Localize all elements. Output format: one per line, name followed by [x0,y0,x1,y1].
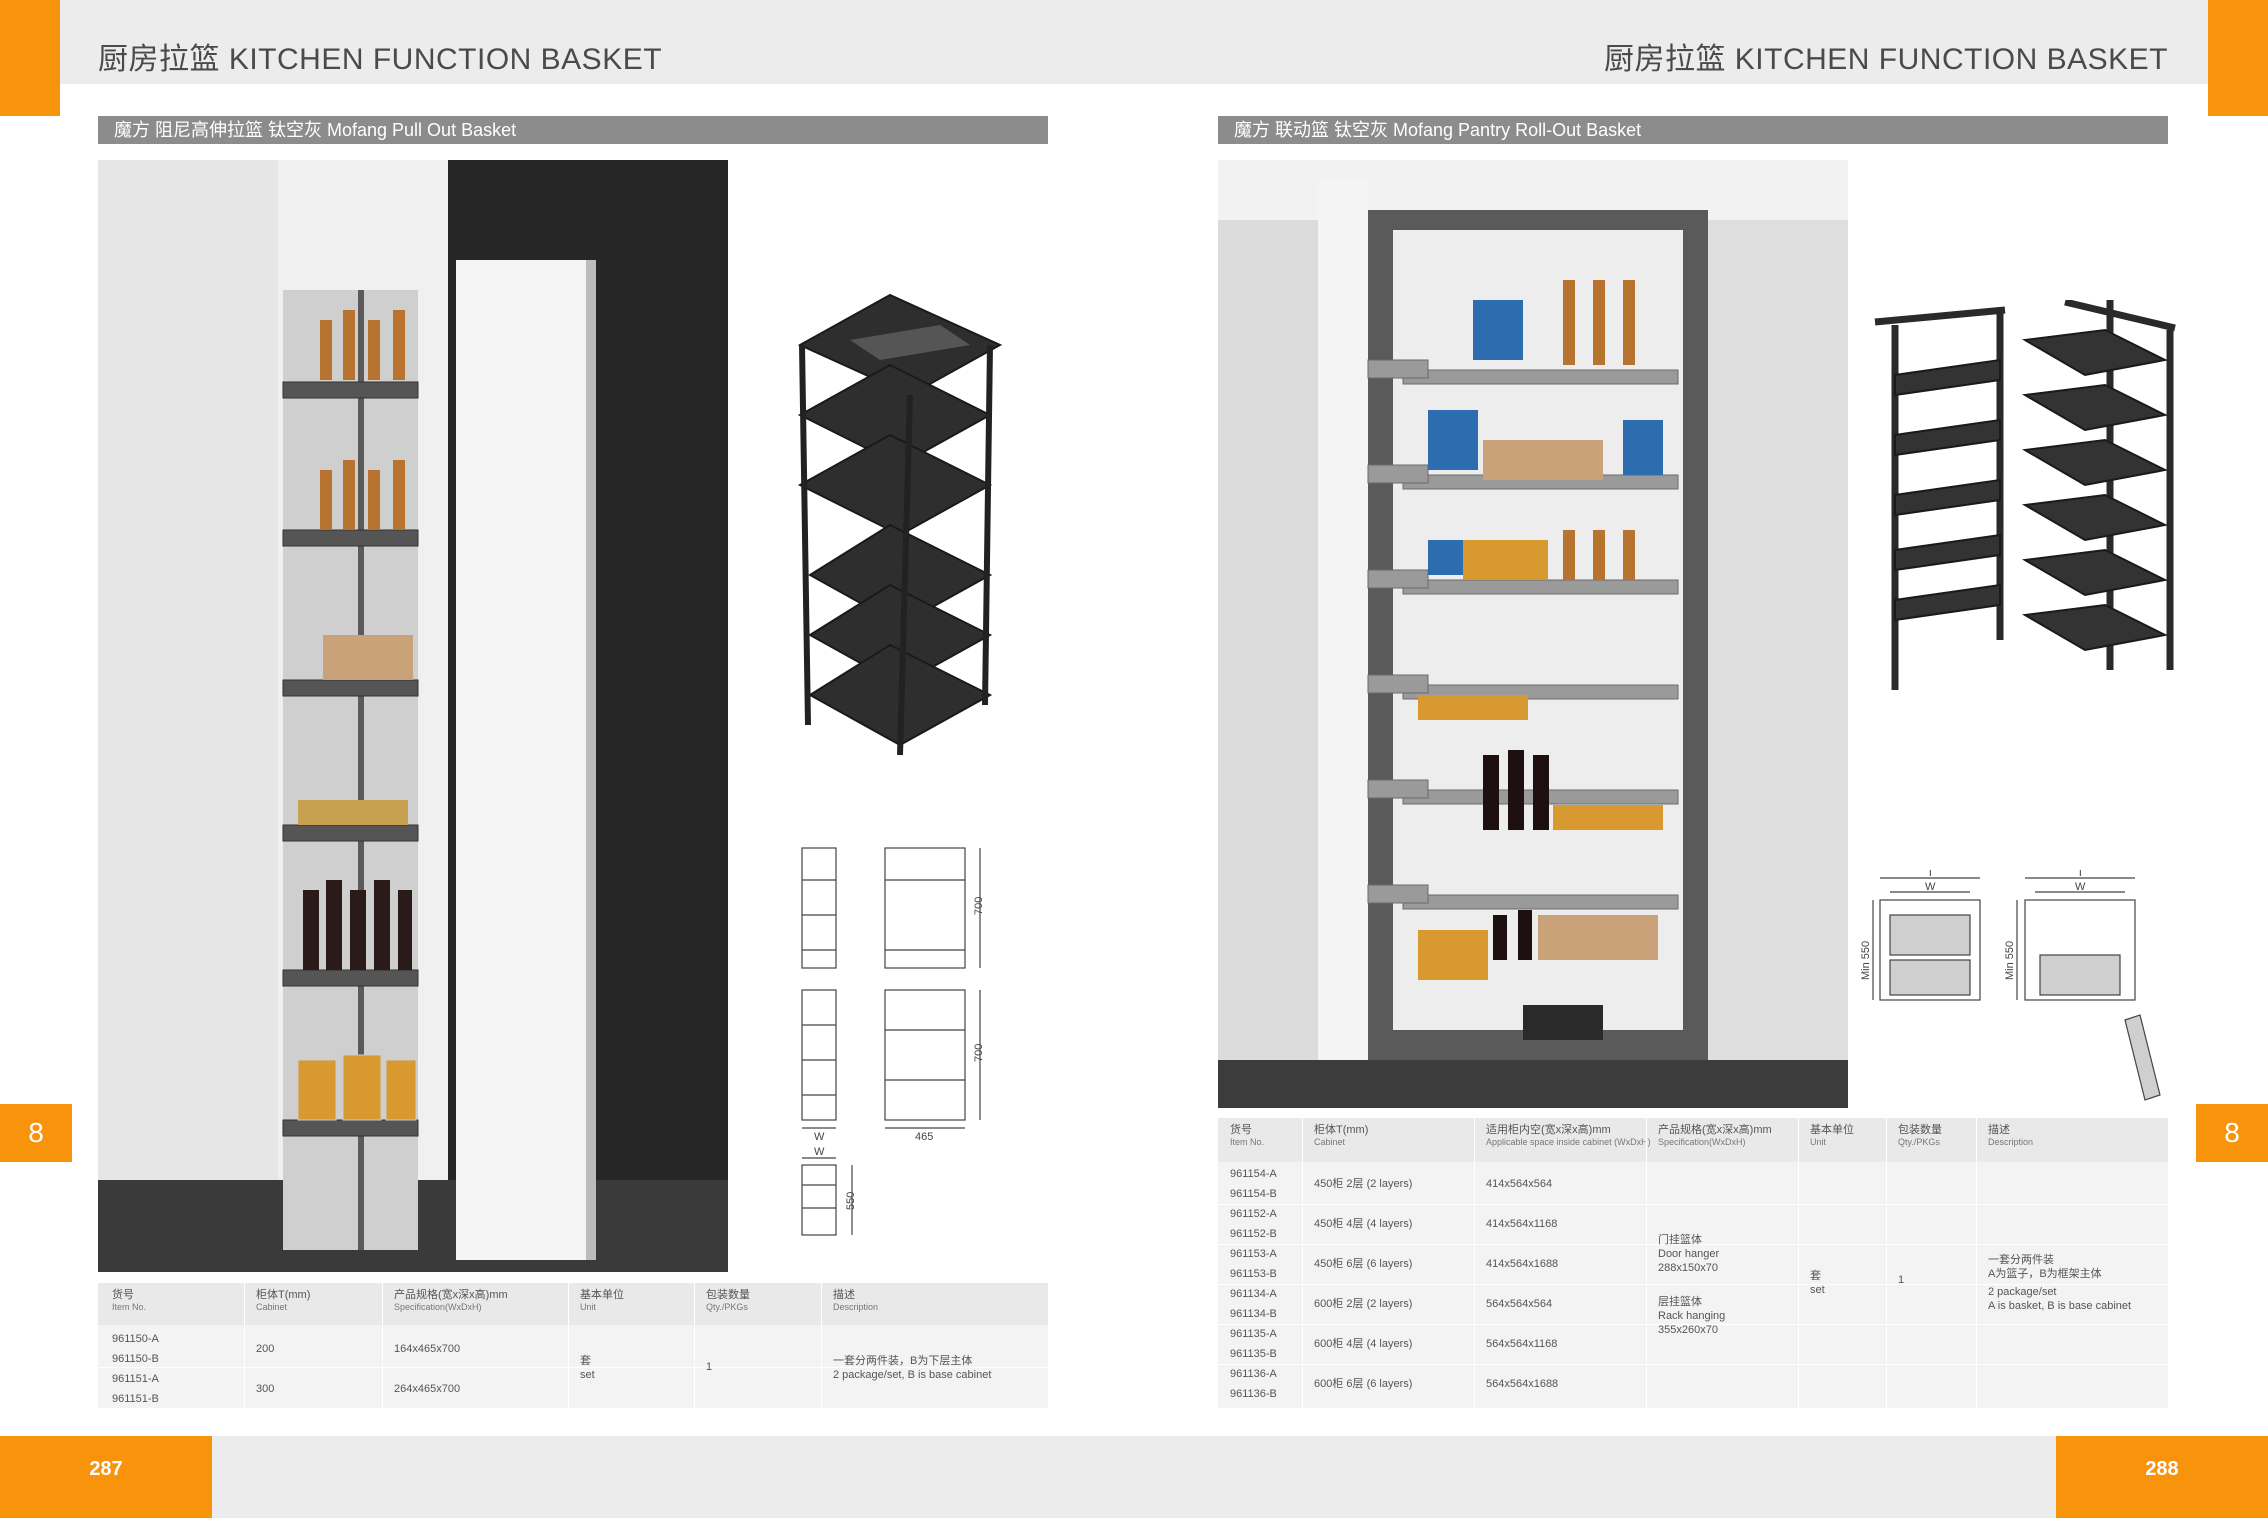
right-th-unit: 基本单位 Unit [1810,1124,1854,1147]
right-page-title: 厨房拉篮 KITCHEN FUNCTION BASKET [1603,43,2168,76]
bottom-footer-bar [0,1436,2268,1518]
right-unit-cn: 套 [1810,1270,1821,1282]
left-cabinet-200: 200 [256,1343,275,1355]
dim-width-w: W [814,1131,825,1143]
right-th-spec: 产品规格(宽x深x高)mm Specification(WxDxH) [1658,1124,1772,1147]
pull-out-basket-photo [98,160,728,1272]
left-page-number: 287 [0,1436,212,1518]
left-table-header [98,1283,1048,1325]
left-unit-cn: 套 [580,1355,591,1367]
dim-t-1: T [1927,870,1934,879]
dim-min550-1: Min 550 [1860,941,1872,980]
right-space-3: 564x564x564 [1486,1298,1553,1310]
right-unit-en: set [1810,1284,1825,1296]
right-cabinet-2: 450柜 6层 (6 layers) [1314,1258,1413,1270]
pull-out-basket-render [790,285,1010,765]
right-page-number: 288 [2056,1436,2268,1518]
left-qty: 1 [706,1361,713,1373]
dim-w-2: W [2075,881,2086,893]
left-th-unit: 基本单位 Unit [580,1289,624,1312]
right-space-5: 564x564x1688 [1486,1378,1559,1390]
right-cabinet-1: 450柜 4层 (4 layers) [1314,1218,1413,1230]
left-desc-en: 2 package/set, B is base cabinet [833,1369,992,1381]
left-page-title: 厨房拉篮 KITCHEN FUNCTION BASKET [98,43,663,76]
right-section-title: 魔方 联动篮 钛空灰 Mofang Pantry Roll-Out Basket [1218,116,2168,144]
left-th-desc: 描述 Description [833,1289,879,1312]
right-space-2: 414x564x1688 [1486,1258,1559,1270]
left-item-961150-a: 961150-A [112,1333,159,1345]
right-desc-line-1: A为篮子，B为框架主体 [1988,1268,2102,1280]
right-space-4: 564x564x1168 [1486,1338,1558,1350]
left-item-961151-b: 961151-B [112,1393,159,1405]
left-item-961150-b: 961150-B [112,1353,159,1365]
left-th-cabinet: 柜体T(mm) Cabinet [256,1289,311,1312]
dim-height-700-a: 700 [973,897,985,915]
dim-height-700-b: 700 [973,1044,985,1062]
right-item-11: 961136-B [1230,1388,1277,1400]
right-item-0: 961154-A [1230,1168,1277,1180]
pantry-roll-out-photo [1218,160,1848,1108]
right-cabinet-5: 600柜 6层 (6 layers) [1314,1378,1413,1390]
dim-width-w-2: W [814,1146,825,1158]
left-section-title: 魔方 阻尼高伸拉篮 钛空灰 Mofang Pull Out Basket [98,116,1048,144]
right-qty: 1 [1898,1274,1905,1286]
pantry-roll-out-render [1855,298,2185,700]
right-space-1: 414x564x1168 [1486,1218,1558,1230]
dim-depth-465: 465 [915,1131,933,1143]
dim-t-2: T [2077,870,2084,879]
right-desc-line-3: A is basket, B is base cabinet [1988,1300,2132,1312]
right-spec-line-5: 355x260x70 [1658,1324,1718,1336]
left-cabinet-300: 300 [256,1383,275,1395]
right-spec-line-2: 288x150x70 [1658,1262,1718,1274]
left-item-961151-a: 961151-A [112,1373,159,1385]
right-cabinet-4: 600柜 4层 (4 layers) [1314,1338,1413,1350]
right-item-6: 961134-A [1230,1288,1277,1300]
right-spec-line-3: 层挂篮体 [1658,1296,1702,1308]
right-th-desc: 描述 Description [1988,1124,2034,1147]
left-th-spec: 产品规格(宽x深x高)mm Specification(WxDxH) [394,1289,508,1312]
right-item-2: 961152-A [1230,1208,1277,1220]
right-desc-line-2: 2 package/set [1988,1286,2057,1298]
right-spec-table: 货号 Item No. 柜体T(mm) Cabinet 适用柜内空(宽x深x高)mm… [1218,1118,2168,1408]
right-desc-line-0: 一套分两件装 [1988,1254,2054,1266]
dim-w-1: W [1925,881,1936,893]
right-cabinet-0: 450柜 2层 (2 layers) [1314,1178,1413,1190]
right-item-8: 961135-A [1230,1328,1277,1340]
right-cabinet-3: 600柜 2层 (2 layers) [1314,1298,1413,1310]
pantry-roll-out-dimension-drawing: T W Min 550 T W Min 550 [1855,867,2185,1110]
right-item-3: 961152-B [1230,1228,1277,1240]
pull-out-basket-dimension-drawing: 700 700 W 465 W 550 [790,840,1000,1240]
right-th-cabinet: 柜体T(mm) Cabinet [1314,1124,1369,1147]
right-item-10: 961136-A [1230,1368,1277,1380]
right-th-qty: 包装数量 Qty./PKGs [1898,1124,1942,1147]
right-item-5: 961153-B [1230,1268,1277,1280]
left-th-item: 货号 Item No. [112,1289,147,1312]
right-item-4: 961153-A [1230,1248,1277,1260]
left-desc-cn: 一套分两件装，B为下层主体 [833,1355,973,1367]
dim-height-550: 550 [845,1192,857,1210]
right-spec-line-1: Door hanger [1658,1248,1720,1260]
right-spec-line-0: 门挂篮体 [1658,1234,1702,1246]
dim-min550-2: Min 550 [2004,941,2016,980]
left-side-tab: 8 [0,1104,72,1162]
left-th-qty: 包装数量 Qty./PKGs [706,1289,750,1312]
left-spec-264: 264x465x700 [394,1383,461,1395]
right-th-item: 货号 Item No. [1230,1124,1265,1147]
right-th-space: 适用柜内空(宽x深x高)mm Applicable space inside ca… [1486,1124,1651,1147]
left-corner-accent [0,0,60,116]
left-spec-164: 164x465x700 [394,1343,461,1355]
left-spec-table: 货号 Item No. 柜体T(mm) Cabinet 产品规格(宽x深x高)mm S… [98,1283,1048,1408]
right-item-1: 961154-B [1230,1188,1277,1200]
right-item-9: 961135-B [1230,1348,1277,1360]
right-side-tab: 8 [2196,1104,2268,1162]
right-spec-line-4: Rack hanging [1658,1310,1726,1322]
right-item-7: 961134-B [1230,1308,1277,1320]
right-corner-accent [2208,0,2268,116]
left-unit-en: set [580,1369,595,1381]
right-space-0: 414x564x564 [1486,1178,1553,1190]
